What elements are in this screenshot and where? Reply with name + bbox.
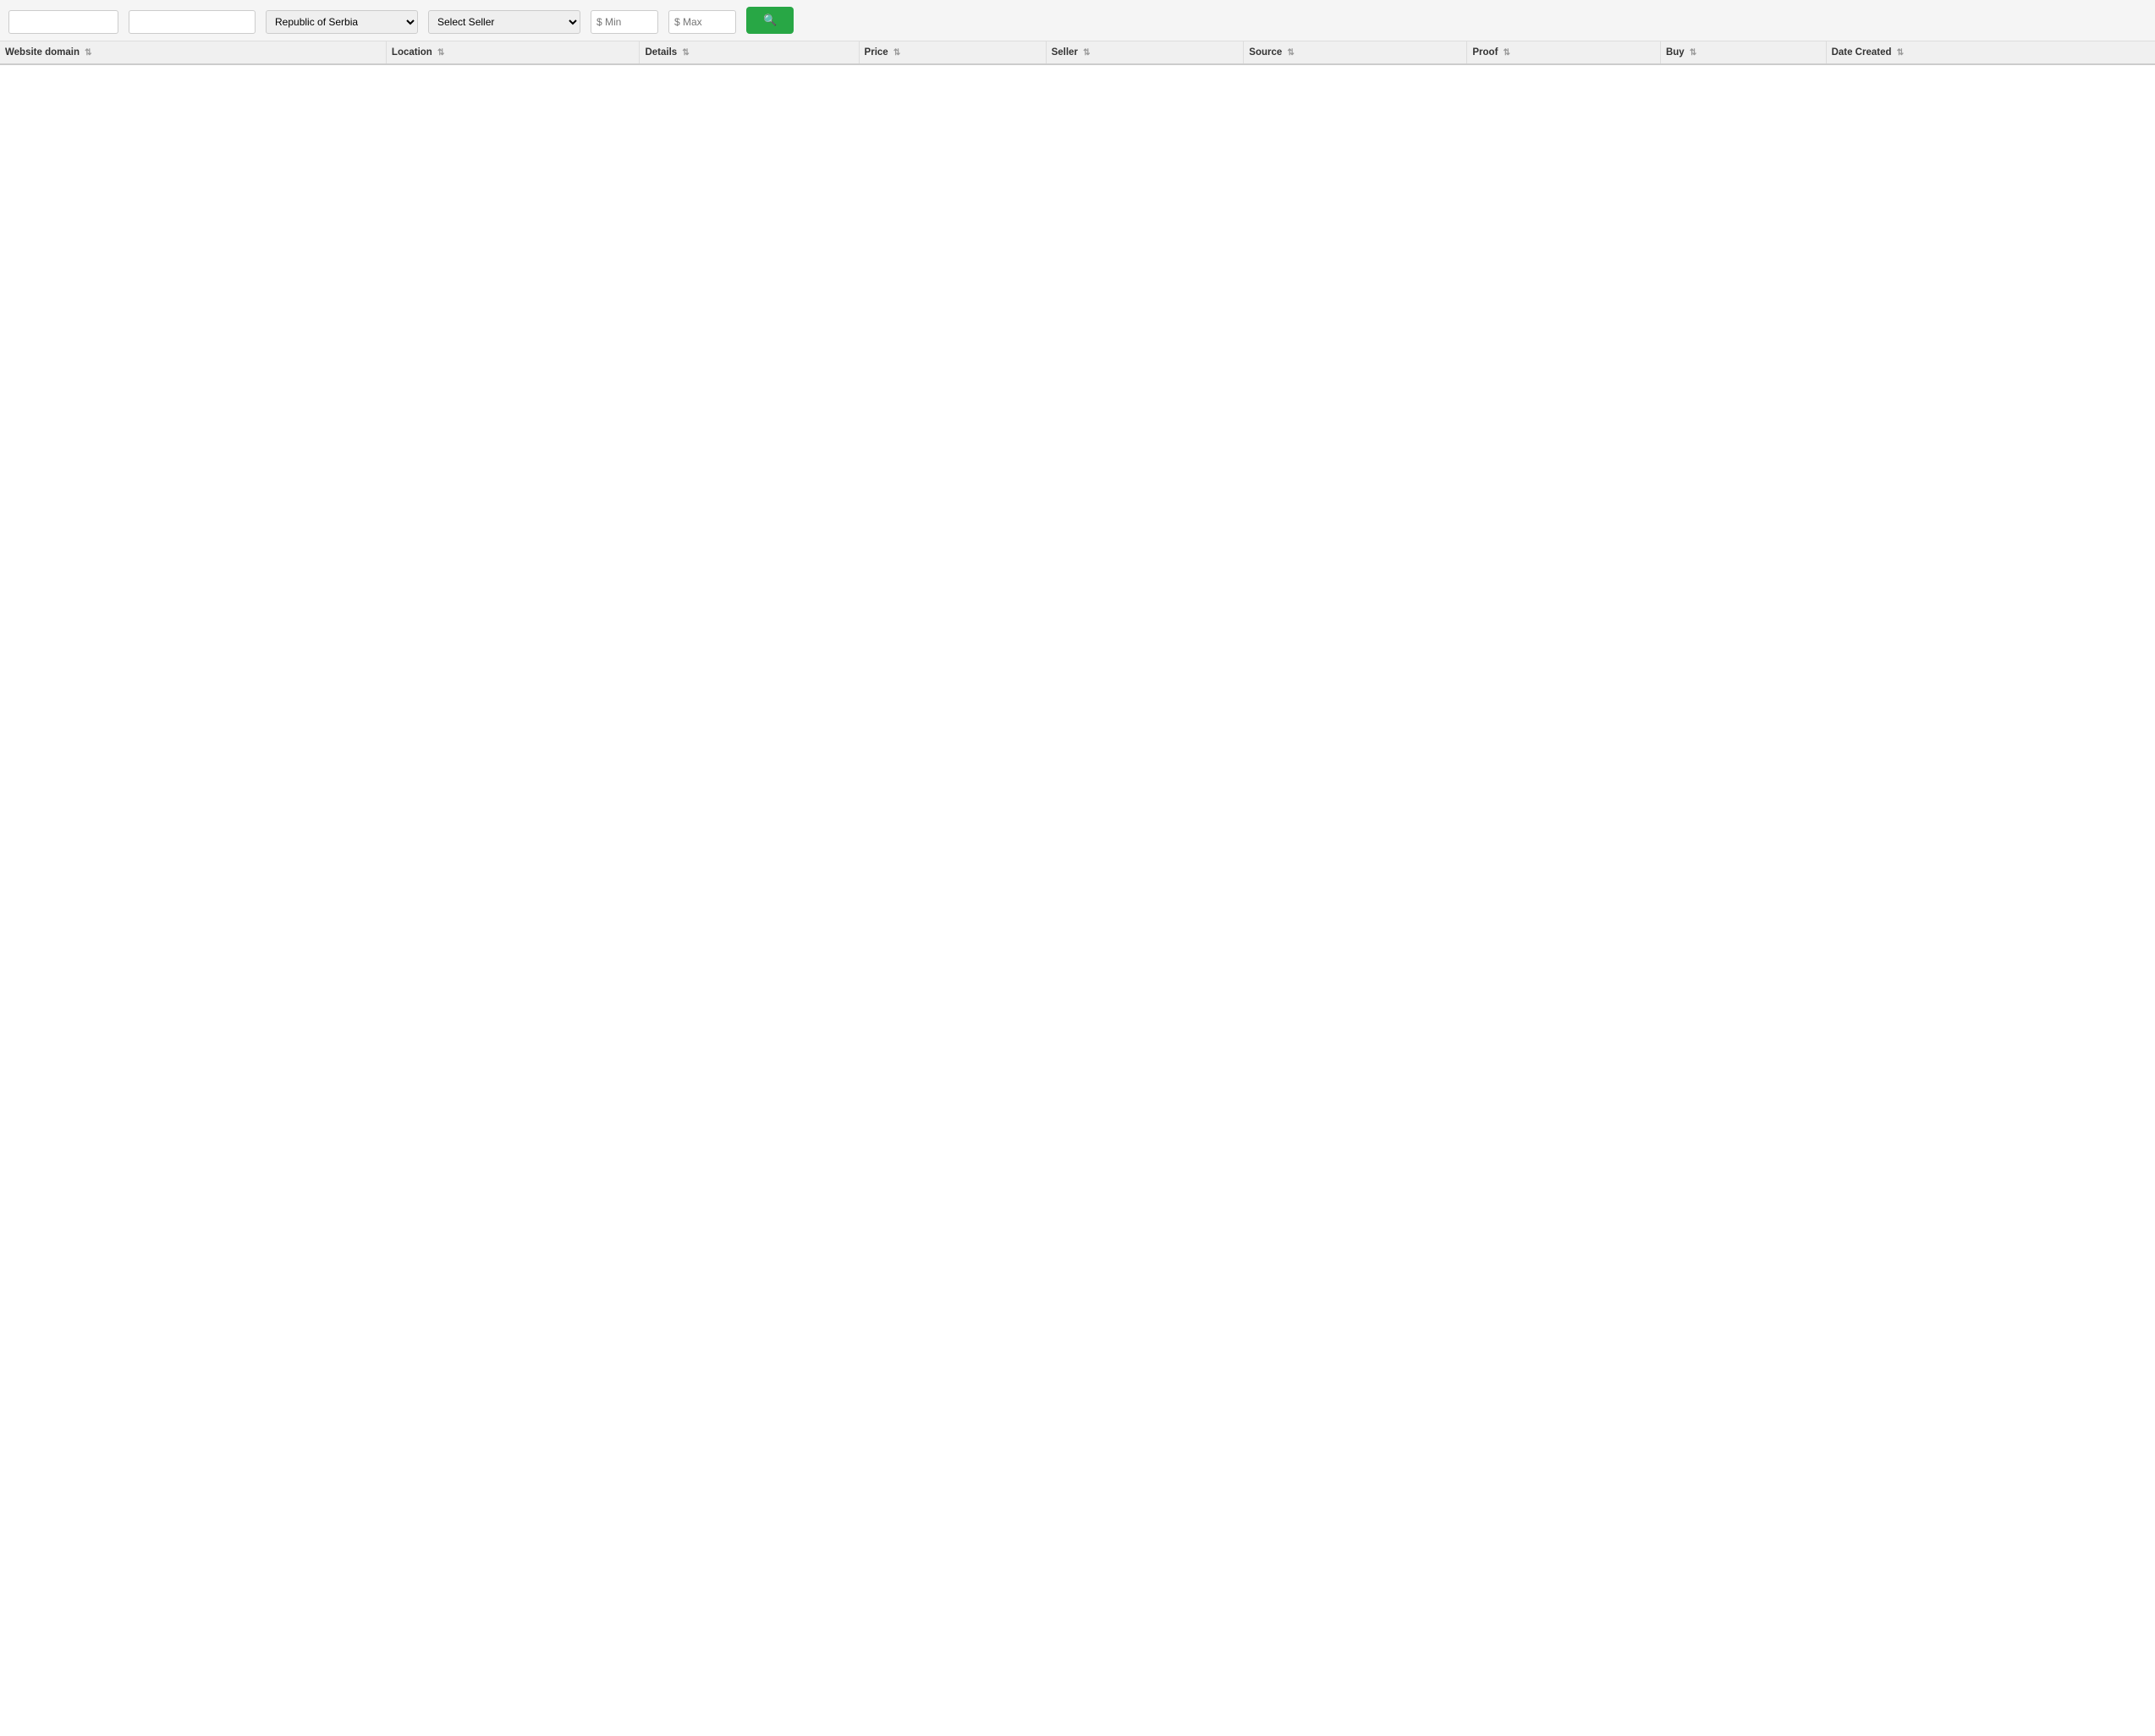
details-filter-group bbox=[8, 8, 118, 34]
price-max-filter-group bbox=[668, 8, 736, 34]
col-location[interactable]: Location ⇅ bbox=[386, 41, 640, 64]
col-proof[interactable]: Proof ⇅ bbox=[1467, 41, 1661, 64]
website-domain-filter-group bbox=[129, 8, 256, 34]
seller-select[interactable]: Select Seller bbox=[428, 10, 580, 34]
filter-bar: Republic of Serbia Select Seller 🔍 bbox=[0, 0, 2155, 41]
website-domain-input[interactable] bbox=[129, 10, 256, 34]
price-max-input[interactable] bbox=[668, 10, 736, 34]
results-table: Website domain ⇅ Location ⇅ Details ⇅ Pr… bbox=[0, 41, 2155, 65]
col-price[interactable]: Price ⇅ bbox=[859, 41, 1046, 64]
seller-filter-group: Select Seller bbox=[428, 8, 580, 34]
country-select[interactable]: Republic of Serbia bbox=[266, 10, 418, 34]
col-seller[interactable]: Seller ⇅ bbox=[1046, 41, 1244, 64]
table-header-row: Website domain ⇅ Location ⇅ Details ⇅ Pr… bbox=[0, 41, 2155, 64]
price-min-input[interactable] bbox=[591, 10, 658, 34]
col-details[interactable]: Details ⇅ bbox=[640, 41, 859, 64]
col-website-domain[interactable]: Website domain ⇅ bbox=[0, 41, 386, 64]
filter-button[interactable]: 🔍 bbox=[746, 7, 794, 34]
col-buy[interactable]: Buy ⇅ bbox=[1660, 41, 1826, 64]
col-date-created[interactable]: Date Created ⇅ bbox=[1826, 41, 2155, 64]
price-min-filter-group bbox=[591, 8, 658, 34]
country-filter-group: Republic of Serbia bbox=[266, 8, 418, 34]
col-source[interactable]: Source ⇅ bbox=[1244, 41, 1467, 64]
details-input[interactable] bbox=[8, 10, 118, 34]
